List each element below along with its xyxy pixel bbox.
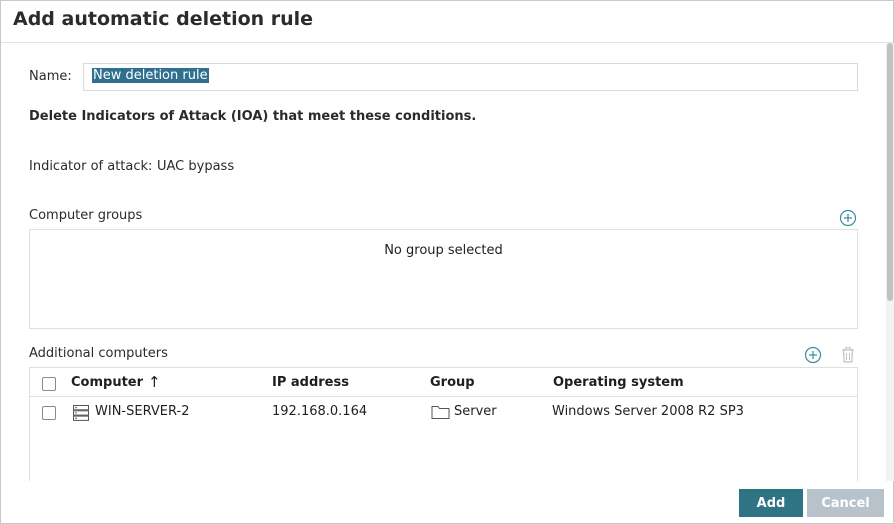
cancel-button[interactable]: Cancel xyxy=(807,489,884,517)
table-header-row: Computer ↑ IP address Group Operating sy… xyxy=(30,368,857,397)
name-label: Name: xyxy=(29,69,72,84)
add-group-plus-circle-icon[interactable] xyxy=(839,209,857,227)
computer-groups-label: Computer groups xyxy=(29,208,143,223)
delete-computer-trash-icon[interactable] xyxy=(839,346,857,364)
rule-description: Delete Indicators of Attack (IOA) that m… xyxy=(29,109,477,124)
no-group-text: No group selected xyxy=(384,243,503,258)
dialog-header: Add automatic deletion rule xyxy=(1,1,893,43)
add-computer-plus-circle-icon[interactable] xyxy=(804,346,822,364)
name-field-value: New deletion rule xyxy=(92,68,209,83)
dialog-body: Name: New deletion rule Delete Indicator… xyxy=(1,43,886,481)
row-ip-address: 192.168.0.164 xyxy=(272,404,368,419)
row-operating-system: Windows Server 2008 R2 SP3 xyxy=(552,404,744,419)
add-deletion-rule-dialog: Add automatic deletion rule Name: New de… xyxy=(0,0,894,524)
indicator-value: UAC bypass xyxy=(157,159,235,174)
add-button[interactable]: Add xyxy=(739,489,803,517)
server-icon xyxy=(72,404,90,426)
additional-computers-label: Additional computers xyxy=(29,346,168,361)
computer-groups-box: No group selected xyxy=(29,229,858,329)
computers-table: Computer ↑ IP address Group Operating sy… xyxy=(29,367,858,481)
row-group: Server xyxy=(454,404,497,419)
table-row[interactable]: WIN-SERVER-2 192.168.0.164 Server Window… xyxy=(30,397,857,428)
row-checkbox[interactable] xyxy=(42,406,56,420)
column-header-group[interactable]: Group xyxy=(430,375,475,390)
sort-ascending-icon[interactable]: ↑ xyxy=(148,373,161,391)
column-header-computer[interactable]: Computer xyxy=(71,375,143,390)
column-header-os[interactable]: Operating system xyxy=(553,375,684,390)
select-all-checkbox[interactable] xyxy=(42,377,56,391)
dialog-footer: Add Cancel xyxy=(1,481,893,524)
column-header-ip[interactable]: IP address xyxy=(272,375,349,390)
indicator-label: Indicator of attack: xyxy=(29,159,153,174)
name-field[interactable]: New deletion rule xyxy=(83,63,858,91)
row-computer-name: WIN-SERVER-2 xyxy=(95,404,190,419)
dialog-title: Add automatic deletion rule xyxy=(13,8,314,30)
vertical-scrollbar[interactable] xyxy=(886,43,894,481)
scrollbar-thumb[interactable] xyxy=(887,43,893,301)
folder-icon xyxy=(431,404,450,424)
